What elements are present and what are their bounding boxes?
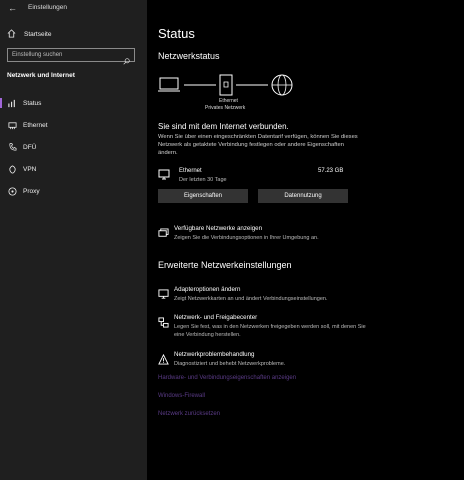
ethernet-name: Ethernet xyxy=(179,168,202,174)
sidebar-item-ethernet[interactable]: Ethernet xyxy=(0,116,147,134)
troubleshooter-title: Netzwerkproblembehandlung xyxy=(174,351,255,358)
sidebar: ← Einstellungen Startseite Einstellung s… xyxy=(0,0,147,480)
connection-description: Wenn Sie über einen eingeschränkten Date… xyxy=(158,134,358,156)
hardware-properties-link[interactable]: Hardware- und Verbindungseigenschaften a… xyxy=(158,375,296,381)
ethernet-icon xyxy=(7,120,17,130)
sharing-center-title: Netzwerk- und Freigabecenter xyxy=(174,314,258,321)
available-networks-desc: Zeigen Sie die Verbindungsoptionen in Ih… xyxy=(174,235,319,241)
sidebar-item-status[interactable]: Status xyxy=(0,94,147,112)
vpn-icon xyxy=(7,164,17,174)
ethernet-adapter-icon xyxy=(219,74,233,96)
sidebar-item-label: Status xyxy=(23,99,42,107)
search-icon xyxy=(123,52,130,70)
sidebar-item-dialup[interactable]: DFÜ xyxy=(0,138,147,156)
properties-button[interactable]: Eigenschaften xyxy=(158,189,248,203)
dialup-icon xyxy=(7,142,17,152)
ethernet-period: Der letzten 30 Tage xyxy=(179,177,227,183)
main-content: Status Netzwerkstatus Ethernet Privates … xyxy=(147,0,464,480)
home-icon xyxy=(7,25,16,43)
adapter-monitor-icon xyxy=(158,287,169,305)
sidebar-item-vpn[interactable]: VPN xyxy=(0,160,147,178)
app-title: Einstellungen xyxy=(28,4,68,11)
home-label: Startseite xyxy=(24,30,52,38)
adapter-options-desc: Zeigt Netzwerkkarten an und ändert Verbi… xyxy=(174,296,328,302)
available-networks-title: Verfügbare Netzwerke anzeigen xyxy=(174,225,263,232)
windows-firewall-link[interactable]: Windows-Firewall xyxy=(158,393,205,399)
globe-icon xyxy=(271,74,293,96)
troubleshooter-desc: Diagnostiziert und behebt Netzwerkproble… xyxy=(174,361,286,367)
data-usage-button[interactable]: Datennutzung xyxy=(258,189,348,203)
warning-icon xyxy=(158,352,169,370)
title-bar: ← Einstellungen xyxy=(0,0,147,17)
sharing-center-desc: Legen Sie fest, was in den Netzwerken fr… xyxy=(174,324,366,338)
advanced-settings-heading: Erweiterte Netzwerkeinstellungen xyxy=(158,260,292,270)
laptop-icon xyxy=(158,77,180,92)
diagram-caption-profile: Privates Netzwerk xyxy=(205,105,246,111)
ethernet-data-size: 57.23 GB xyxy=(318,168,344,174)
sidebar-section-title: Netzwerk und Internet xyxy=(7,72,75,79)
page-title: Status xyxy=(158,26,195,41)
diagram-caption-type: Ethernet xyxy=(219,98,238,104)
search-placeholder: Einstellung suchen xyxy=(12,52,63,58)
sidebar-item-label: Ethernet xyxy=(23,121,48,129)
adapter-options-title: Adapteroptionen ändern xyxy=(174,286,241,293)
connection-status-text: Sie sind mit dem Internet verbunden. xyxy=(158,122,289,131)
sidebar-item-proxy[interactable]: Proxy xyxy=(0,182,147,200)
search-input[interactable]: Einstellung suchen xyxy=(7,48,135,65)
network-reset-link[interactable]: Netzwerk zurücksetzen xyxy=(158,411,220,417)
back-arrow-icon[interactable]: ← xyxy=(8,3,17,13)
sidebar-item-label: DFÜ xyxy=(23,143,37,151)
status-icon xyxy=(7,98,17,108)
network-status-heading: Netzwerkstatus xyxy=(158,51,220,61)
sharing-center-icon xyxy=(158,315,169,333)
proxy-icon xyxy=(7,186,17,196)
sidebar-item-label: VPN xyxy=(23,165,37,173)
sidebar-item-label: Proxy xyxy=(23,187,40,195)
ethernet-monitor-icon xyxy=(158,168,170,186)
available-networks-icon xyxy=(158,226,169,244)
home-nav-item[interactable]: Startseite xyxy=(7,27,137,41)
